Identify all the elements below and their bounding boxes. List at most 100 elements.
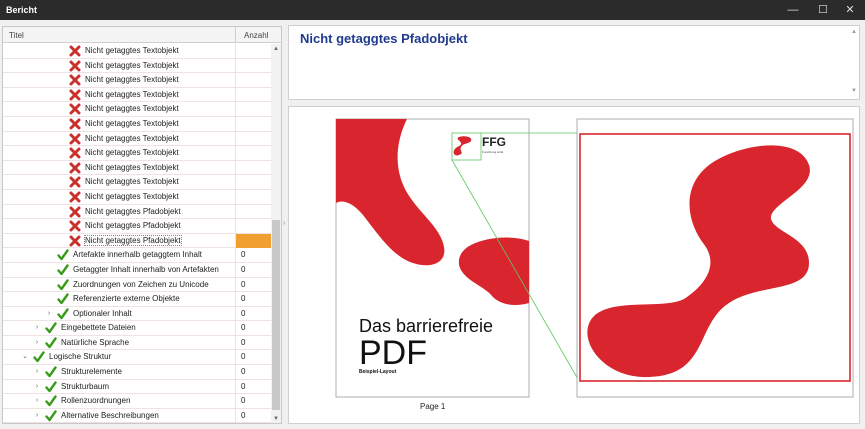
tree-row-count: 0 — [235, 408, 271, 423]
tree-row-count: 0 — [235, 262, 271, 277]
tree-row-label: Referenzierte externe Objekte — [73, 294, 180, 304]
tree-row[interactable]: › Strukturbaum 0 — [3, 379, 271, 395]
tree-row[interactable]: Nicht getaggtes Textobjekt — [3, 44, 271, 59]
tree-row-label: Eingebettete Dateien — [61, 323, 136, 333]
tree-row-label: Optionaler Inhalt — [73, 308, 132, 318]
tree-row-count: 0 — [235, 350, 271, 365]
scroll-up-icon[interactable]: ▲ — [271, 44, 281, 54]
tree-row-label: Artefakte innerhalb getaggtem Inhalt — [73, 250, 202, 260]
detail-scroll-down-icon[interactable]: ▼ — [851, 88, 857, 94]
tree-row-label: Alternative Beschreibungen — [61, 410, 159, 420]
detail-title: Nicht getaggtes Pfadobjekt — [300, 31, 468, 46]
tree-row-label: Strukturelemente — [61, 367, 122, 377]
window-titlebar: Bericht — ☐ ✕ — [0, 0, 865, 20]
tree-row[interactable]: Nicht getaggtes Textobjekt — [3, 175, 271, 190]
tree-row-count: 0 — [235, 365, 271, 380]
tree-row[interactable]: Getaggter Inhalt innerhalb von Artefakte… — [3, 262, 271, 278]
tree-row-count — [235, 131, 271, 146]
preview-headline-big: PDF — [359, 334, 427, 372]
tree-row-label: Zuordnungen von Zeichen zu Unicode — [73, 279, 209, 289]
page-label: Page 1 — [420, 402, 446, 411]
column-header-count[interactable]: Anzahl — [235, 27, 271, 43]
tree-row-count — [235, 219, 271, 234]
tree-row-count — [235, 102, 271, 117]
report-tree-panel: Titel Anzahl Nicht getaggtes Textobjekt N… — [2, 26, 282, 424]
tree-row[interactable]: Nicht getaggtes Pfadobjekt — [3, 233, 271, 249]
tree-row-label: Natürliche Sprache — [61, 337, 130, 347]
tree-row[interactable]: Referenzierte externe Objekte 0 — [3, 292, 271, 307]
tree-row[interactable]: Nicht getaggtes Textobjekt — [3, 131, 271, 147]
tree-row-count: 0 — [235, 394, 271, 409]
window-title: Bericht — [6, 5, 38, 15]
detail-panel: Nicht getaggtes Pfadobjekt ▲ ▼ — [288, 25, 860, 100]
preview-sub: Beispiel-Layout — [359, 369, 397, 375]
tree-row[interactable]: Nicht getaggtes Textobjekt — [3, 58, 271, 74]
tree-row-label: Nicht getaggtes Textobjekt — [85, 191, 179, 201]
tree-row-label: Getaggter Inhalt innerhalb von Artefakte… — [73, 264, 219, 274]
tree-row-count — [235, 44, 271, 58]
tree-row-count: 0 — [235, 306, 271, 321]
tree-row[interactable]: Nicht getaggtes Textobjekt — [3, 87, 271, 103]
tree-row[interactable]: Nicht getaggtes Textobjekt — [3, 146, 271, 161]
tree-row-count — [235, 233, 271, 248]
tree-row[interactable]: Nicht getaggtes Textobjekt — [3, 73, 271, 88]
tree-row[interactable]: › Eingebettete Dateien 0 — [3, 321, 271, 336]
tree-row[interactable]: › Natürliche Sprache 0 — [3, 335, 271, 351]
maximize-button[interactable]: ☐ — [808, 0, 838, 20]
tree-row[interactable]: ⌄ Logische Struktur 0 — [3, 350, 271, 366]
chevron-right-icon[interactable]: › — [45, 309, 53, 319]
tree-row[interactable]: Nicht getaggtes Textobjekt — [3, 102, 271, 117]
chevron-right-icon[interactable]: › — [33, 338, 41, 348]
splitter-arrow-icon[interactable]: › — [283, 220, 285, 227]
tree-row[interactable]: Artefakte innerhalb getaggtem Inhalt 0 — [3, 248, 271, 263]
tree-row-count — [235, 116, 271, 131]
tree-row-label: Nicht getaggtes Textobjekt — [85, 133, 179, 143]
tree-row-count: 0 — [235, 335, 271, 350]
tree-row-count: 0 — [235, 379, 271, 394]
tree-row-label: Strukturbaum — [61, 381, 110, 391]
tree-row[interactable]: › Strukturelemente 0 — [3, 365, 271, 380]
tree-row-count — [235, 175, 271, 190]
tree-row-label: Nicht getaggtes Textobjekt — [85, 104, 179, 114]
tree-row[interactable]: › Alternative Beschreibungen 0 — [3, 408, 271, 423]
chevron-right-icon[interactable]: › — [33, 382, 41, 392]
tree-row-count: 0 — [235, 248, 271, 263]
logo-text: FFG — [482, 135, 506, 149]
detail-scrollbar[interactable]: ▲ ▼ — [849, 26, 859, 99]
tree-row-count — [235, 146, 271, 161]
tree-row-count — [235, 204, 271, 219]
chevron-right-icon[interactable]: › — [33, 396, 41, 406]
tree-row[interactable]: Nicht getaggtes Textobjekt — [3, 160, 271, 176]
logo-subtext: Forschung wirkt. — [482, 150, 504, 154]
tree-scrollbar[interactable]: ▲ ▼ — [271, 44, 281, 423]
tree-row[interactable]: Nicht getaggtes Pfadobjekt — [3, 219, 271, 234]
scroll-thumb[interactable] — [272, 220, 280, 410]
tree-row[interactable]: Nicht getaggtes Textobjekt — [3, 189, 271, 205]
close-button[interactable]: ✕ — [835, 0, 865, 20]
detail-scroll-up-icon[interactable]: ▲ — [851, 29, 857, 35]
tree-row[interactable]: › Rollenzuordnungen 0 — [3, 394, 271, 409]
tree-row-label: Logische Struktur — [49, 352, 112, 362]
tree-row-label: Nicht getaggtes Pfadobjekt — [84, 234, 182, 246]
tree-row-label: Nicht getaggtes Textobjekt — [85, 162, 179, 172]
tree-row-count — [235, 189, 271, 204]
tree-row[interactable]: Nicht getaggtes Pfadobjekt — [3, 204, 271, 220]
tree-row[interactable]: Zuordnungen von Zeichen zu Unicode 0 — [3, 277, 271, 293]
page-preview: FFG Forschung wirkt. Das barrierefreie P… — [288, 106, 860, 424]
tree-row-count: 0 — [235, 321, 271, 336]
tree-row-count — [235, 160, 271, 175]
tree-rows: Nicht getaggtes Textobjekt Nicht getaggte… — [3, 44, 271, 423]
chevron-right-icon[interactable]: › — [33, 323, 41, 333]
minimize-button[interactable]: — — [778, 0, 808, 20]
chevron-right-icon[interactable]: › — [33, 367, 41, 377]
scroll-down-icon[interactable]: ▼ — [271, 414, 281, 423]
tree-row-count — [235, 73, 271, 88]
chevron-down-icon[interactable]: ⌄ — [21, 352, 29, 362]
chevron-right-icon[interactable]: › — [33, 411, 41, 421]
tree-row-label: Nicht getaggtes Pfadobjekt — [85, 206, 181, 216]
tree-row-label: Rollenzuordnungen — [61, 396, 131, 406]
tree-row[interactable]: Nicht getaggtes Textobjekt — [3, 116, 271, 132]
tree-row[interactable]: › Optionaler Inhalt 0 — [3, 306, 271, 322]
preview-headline: Das barrierefreie — [359, 316, 493, 336]
column-header-title[interactable]: Titel — [9, 31, 24, 40]
